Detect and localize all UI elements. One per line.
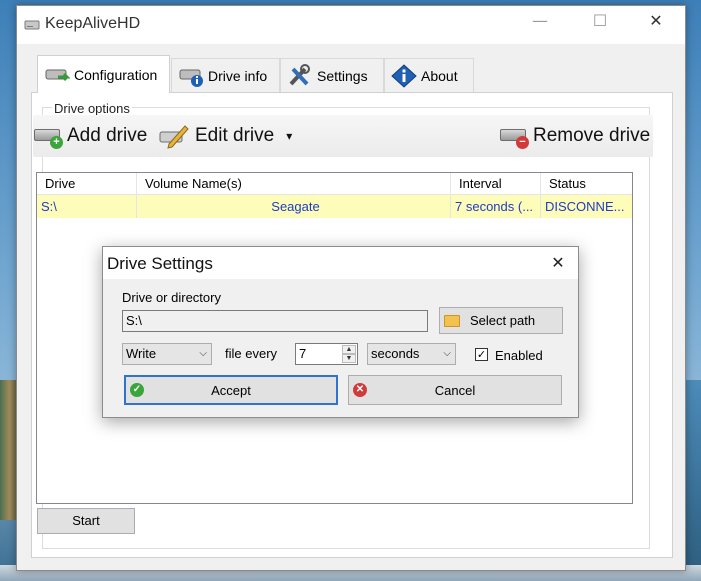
remove-drive-button[interactable]: − Remove drive [499,115,650,157]
maximize-button[interactable]: ☐ [577,6,623,36]
tab-label: Configuration [74,66,158,83]
remove-drive-label: Remove drive [533,125,651,146]
column-status[interactable]: Status [541,173,634,195]
file-every-label: file every [225,346,278,361]
tab-label: Settings [317,67,368,84]
list-header: Drive Volume Name(s) Interval Status [37,173,632,195]
accept-label: Accept [211,382,251,398]
cell-status: DISCONNE... [545,199,625,214]
tab-configuration[interactable]: Configuration [37,55,170,93]
desktop-background-right [685,380,701,570]
tools-icon [289,63,310,85]
window-title: KeepAliveHD [45,15,141,32]
unit-value: seconds [371,346,420,361]
cell-volume: Seagate [137,195,451,218]
spin-up-icon[interactable]: ▲ [342,345,356,354]
cell-drive: S:\ [37,195,137,218]
dialog-title: Drive Settings [107,254,213,273]
cell-interval: 7 seconds (... [451,195,541,218]
cancel-button[interactable]: ✕ Cancel [348,375,562,405]
drive-settings-dialog: Drive Settings ✕ Drive or directory S:\ … [102,246,579,418]
minimize-button[interactable]: — [517,6,563,36]
chevron-down-icon: ⌵ [443,348,451,359]
accept-button[interactable]: ✓ Accept [124,375,338,405]
folder-icon [444,314,460,327]
add-drive-label: Add drive [67,125,148,146]
column-interval[interactable]: Interval [451,173,541,195]
tab-drive-info[interactable]: Drive info [171,58,280,92]
title-bar[interactable]: KeepAliveHD — ☐ ✕ [17,6,685,44]
close-button[interactable]: ✕ [633,6,679,36]
tab-label: Drive info [208,67,268,84]
mode-value: Write [126,346,157,361]
desktop-background-left [0,380,16,520]
drive-info-icon [179,69,203,87]
drive-toolbar: + Add drive Edit drive ▾ − Remove drive [33,115,653,157]
interval-stepper[interactable]: 7 ▲ ▼ [295,343,358,365]
chevron-down-icon: ⌵ [199,348,207,359]
start-button[interactable]: Start [37,508,135,534]
add-drive-icon: + [33,123,63,149]
unit-select[interactable]: seconds ⌵ [367,343,456,365]
drive-options-label: Drive options [52,101,132,116]
dialog-close-icon[interactable]: ✕ [546,251,570,275]
dialog-title-bar[interactable]: Drive Settings ✕ [103,247,578,279]
remove-drive-icon: − [499,123,529,149]
cancel-label: Cancel [434,382,476,398]
mode-select[interactable]: Write ⌵ [122,343,212,365]
cancel-icon: ✕ [353,383,367,397]
info-icon [391,63,417,88]
select-path-label: Select path [470,313,536,328]
tab-label: About [421,67,458,84]
tab-about[interactable]: About [384,58,474,92]
check-icon: ✓ [130,383,144,397]
interval-value: 7 [299,346,307,361]
app-drive-icon [24,20,40,30]
table-row[interactable]: S:\ Seagate 7 seconds (... DISCONNE... [37,195,632,218]
edit-drive-button[interactable]: Edit drive ▾ [159,115,292,157]
tab-settings[interactable]: Settings [280,58,384,92]
enabled-label: Enabled [495,348,543,363]
spin-down-icon[interactable]: ▼ [342,354,356,363]
drive-path-input[interactable]: S:\ [122,310,428,332]
chevron-down-icon[interactable]: ▾ [286,129,292,143]
column-drive[interactable]: Drive [37,173,137,195]
enabled-checkbox[interactable]: ✓ [475,348,488,361]
column-volume-names[interactable]: Volume Name(s) [137,173,451,195]
drive-or-directory-label: Drive or directory [122,290,221,305]
add-drive-button[interactable]: + Add drive [33,115,147,157]
edit-drive-label: Edit drive [195,125,275,146]
drive-add-icon [45,69,70,81]
select-path-button[interactable]: Select path [439,307,563,334]
edit-drive-icon [159,125,189,149]
